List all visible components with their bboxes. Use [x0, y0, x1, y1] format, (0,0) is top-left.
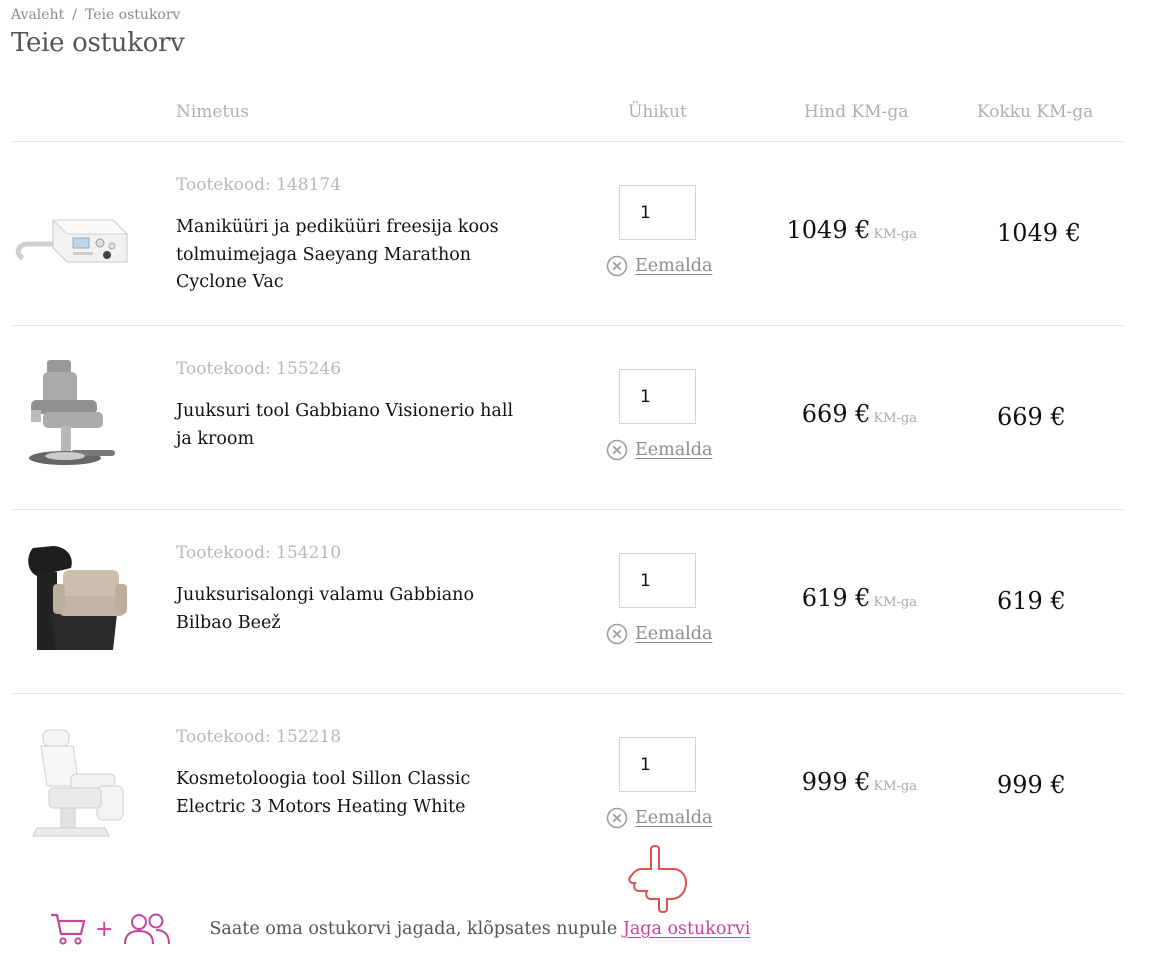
remove-x-icon	[606, 255, 628, 277]
product-image-cosmetology-chair[interactable]	[13, 728, 131, 842]
plus-sign: +	[95, 916, 114, 942]
quantity-input[interactable]	[619, 737, 696, 792]
quantity-input[interactable]	[619, 369, 696, 424]
remove-label: Eemalda	[635, 624, 713, 644]
share-text: Saate oma ostukorvi jagada, klõpsates nu…	[209, 919, 750, 939]
price-unit: KM-ga	[873, 411, 918, 426]
remove-x-icon	[606, 807, 628, 829]
product-image-nail-drill[interactable]	[13, 176, 131, 290]
cart-row: Tootekood: 148174 Maniküüri ja pediküüri…	[11, 142, 1125, 326]
row-total: 669 €	[997, 403, 1066, 431]
product-name[interactable]: Juuksurisalongi valamu Gabbiano Bilbao B…	[176, 582, 516, 637]
remove-button[interactable]: Eemalda	[606, 439, 712, 461]
price-value: 619 €	[801, 584, 871, 612]
row-total: 619 €	[997, 587, 1066, 615]
price-unit: KM-ga	[873, 227, 918, 242]
remove-label: Eemalda	[635, 256, 713, 276]
quantity-input[interactable]	[619, 553, 696, 608]
header-name: Nimetus	[176, 102, 249, 122]
share-text-label: Saate oma ostukorvi jagada, klõpsates nu…	[209, 919, 618, 939]
breadcrumb-current: Teie ostukorv	[84, 7, 181, 23]
people-icon	[124, 913, 171, 945]
price-value: 999 €	[801, 768, 871, 796]
remove-button[interactable]: Eemalda	[606, 807, 712, 829]
product-image-barber-chair[interactable]	[13, 360, 131, 474]
share-cart-link[interactable]: Jaga ostukorvi	[623, 919, 750, 939]
header-total: Kokku KM-ga	[977, 102, 1094, 122]
cart-row: Tootekood: 152218 Kosmetoloogia tool Sil…	[11, 694, 1125, 878]
cart-table: Nimetus Ühikut Hind KM-ga Kokku KM-ga To…	[11, 84, 1125, 878]
remove-x-icon	[606, 623, 628, 645]
cart-row: Tootekood: 155246 Juuksuri tool Gabbiano…	[11, 326, 1125, 510]
price-value: 1049 €	[786, 216, 871, 244]
unit-price: 999 € KM-ga	[802, 768, 917, 796]
cart-row: Tootekood: 154210 Juuksurisalongi valamu…	[11, 510, 1125, 694]
cart-table-header: Nimetus Ühikut Hind KM-ga Kokku KM-ga	[11, 84, 1125, 142]
product-image-shampoo-sink[interactable]	[13, 544, 131, 658]
unit-price: 619 € KM-ga	[802, 584, 917, 612]
remove-label: Eemalda	[635, 440, 713, 460]
product-code: Tootekood: 155246	[176, 359, 342, 379]
product-code: Tootekood: 152218	[176, 727, 342, 747]
price-unit: KM-ga	[873, 779, 918, 794]
header-qty: Ühikut	[628, 102, 687, 122]
product-name[interactable]: Juuksuri tool Gabbiano Visionerio hall j…	[176, 398, 516, 453]
product-name[interactable]: Kosmetoloogia tool Sillon Classic Electr…	[176, 766, 516, 821]
product-name[interactable]: Maniküüri ja pediküüri freesija koos tol…	[176, 214, 516, 297]
row-total: 999 €	[997, 771, 1066, 799]
cart-icon	[50, 913, 86, 945]
price-value: 669 €	[801, 400, 871, 428]
product-code: Tootekood: 154210	[176, 543, 342, 563]
remove-button[interactable]: Eemalda	[606, 623, 712, 645]
breadcrumb-home-link[interactable]: Avaleht	[11, 7, 64, 23]
unit-price: 1049 € KM-ga	[787, 216, 917, 244]
remove-button[interactable]: Eemalda	[606, 255, 712, 277]
unit-price: 669 € KM-ga	[802, 400, 917, 428]
page-title: Teie ostukorv	[11, 28, 185, 58]
breadcrumb: Avaleht / Teie ostukorv	[11, 7, 180, 23]
quantity-input[interactable]	[619, 185, 696, 240]
remove-x-icon	[606, 439, 628, 461]
header-price: Hind KM-ga	[804, 102, 909, 122]
remove-label: Eemalda	[635, 808, 713, 828]
share-cart-bar: + Saate oma ostukorvi jagada, klõpsates …	[50, 912, 750, 946]
breadcrumb-separator: /	[72, 7, 77, 23]
product-code: Tootekood: 148174	[176, 175, 342, 195]
price-unit: KM-ga	[873, 595, 918, 610]
row-total: 1049 €	[997, 219, 1081, 247]
pointing-hand-icon	[628, 845, 688, 913]
